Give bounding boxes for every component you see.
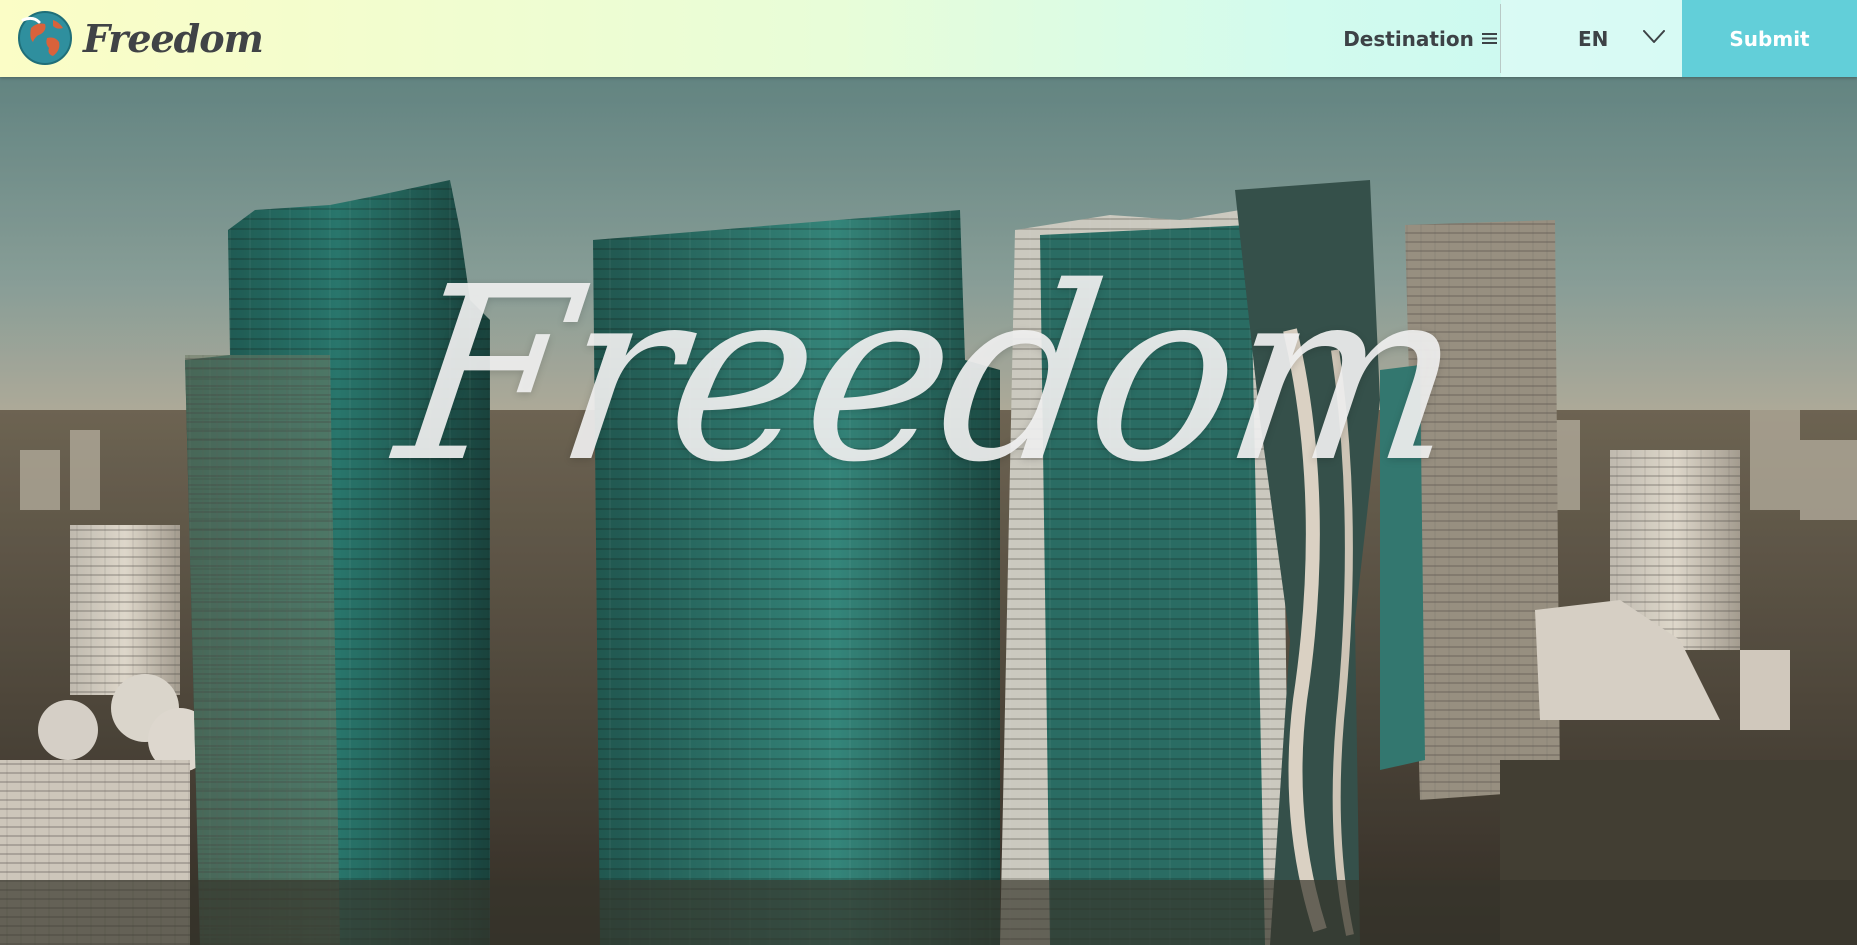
menu-icon: [1481, 33, 1497, 44]
logo-link[interactable]: Freedom: [17, 8, 264, 68]
destination-label: Destination: [1343, 26, 1474, 51]
language-selected-value: EN: [1578, 26, 1609, 51]
chevron-down-icon: [1643, 30, 1665, 43]
hero-title: Freedom: [384, 235, 1473, 515]
language-select[interactable]: EN: [1501, 0, 1682, 77]
logo-text: Freedom: [83, 15, 264, 61]
hero-section: Freedom: [0, 0, 1857, 945]
page: Freedom Freedom Destination EN Submit: [0, 0, 1857, 945]
submit-button[interactable]: Submit: [1682, 0, 1857, 77]
destination-menu-button[interactable]: Destination: [1340, 0, 1500, 77]
site-header: Freedom Destination EN Submit: [0, 0, 1857, 77]
globe-icon: [18, 11, 72, 65]
